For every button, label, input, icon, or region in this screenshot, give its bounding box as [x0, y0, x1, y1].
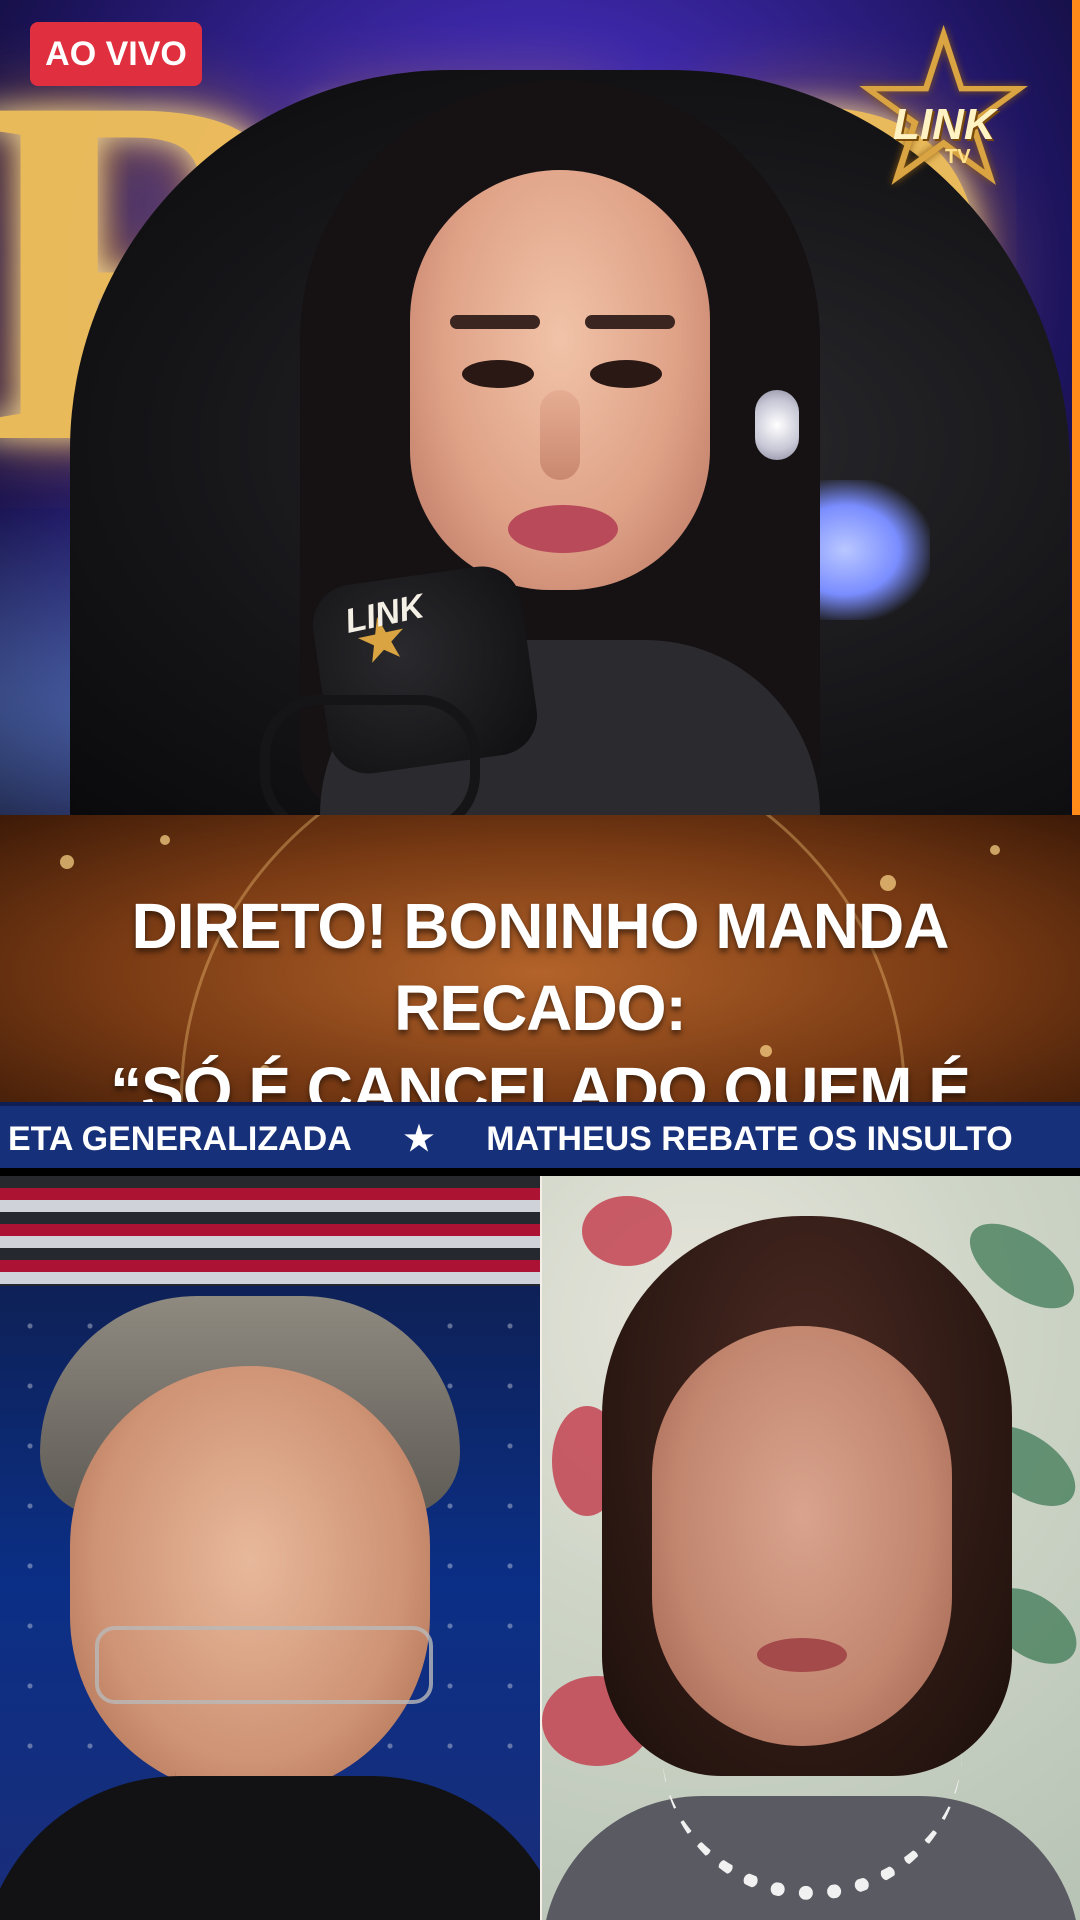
ticker-item: ETA GENERALIZADA [8, 1119, 352, 1158]
ticker-divider [0, 1168, 1080, 1176]
host-lips [508, 505, 618, 553]
microphone-shock-mount [260, 695, 480, 815]
video-edge-accent [1072, 0, 1080, 815]
logo-text: LINK [893, 100, 996, 149]
ticker-track: ETA GENERALIZADA ★ MATHEUS REBATE OS INS… [8, 1106, 1013, 1172]
sparkle [990, 845, 1000, 855]
host-eye-left [462, 360, 534, 388]
microphone: ★ LINK [260, 561, 543, 815]
woman-lips [757, 1638, 847, 1672]
logo-subtext: TV [945, 146, 971, 168]
news-ticker: ETA GENERALIZADA ★ MATHEUS REBATE OS INS… [0, 1102, 1080, 1176]
sparkle [160, 835, 170, 845]
man-jacket [0, 1776, 540, 1920]
headline-line-1: DIRETO! BONINHO MANDA RECADO: [131, 890, 950, 1044]
host-brow-left [450, 315, 540, 329]
left-photo-panel [0, 1176, 540, 1920]
man-face [70, 1366, 430, 1796]
host-nose [540, 390, 580, 480]
stage-stripes [0, 1176, 540, 1286]
headline-banner: DIRETO! BONINHO MANDA RECADO: “SÓ É CANC… [0, 815, 1080, 1102]
headline-line-2: “SÓ É CANCELADO QUEM É CONHECIDO” [110, 1054, 971, 1102]
right-photo-panel [542, 1176, 1080, 1920]
glasses [95, 1626, 433, 1704]
host-eye-right [590, 360, 662, 388]
wallpaper-flower [582, 1196, 672, 1266]
sparkle [60, 855, 74, 869]
ticker-item: MATHEUS REBATE OS INSULTO [486, 1119, 1013, 1158]
headline-title: DIRETO! BONINHO MANDA RECADO: “SÓ É CANC… [0, 885, 1080, 1102]
channel-logo: ☆ LINK TV [845, 0, 1045, 218]
in-ear-monitor [755, 390, 799, 460]
host-brow-right [585, 315, 675, 329]
live-badge: AO VIVO [30, 22, 202, 86]
host-face [410, 170, 710, 590]
woman-face [652, 1326, 952, 1746]
ticker-separator: ★ [403, 1120, 435, 1158]
